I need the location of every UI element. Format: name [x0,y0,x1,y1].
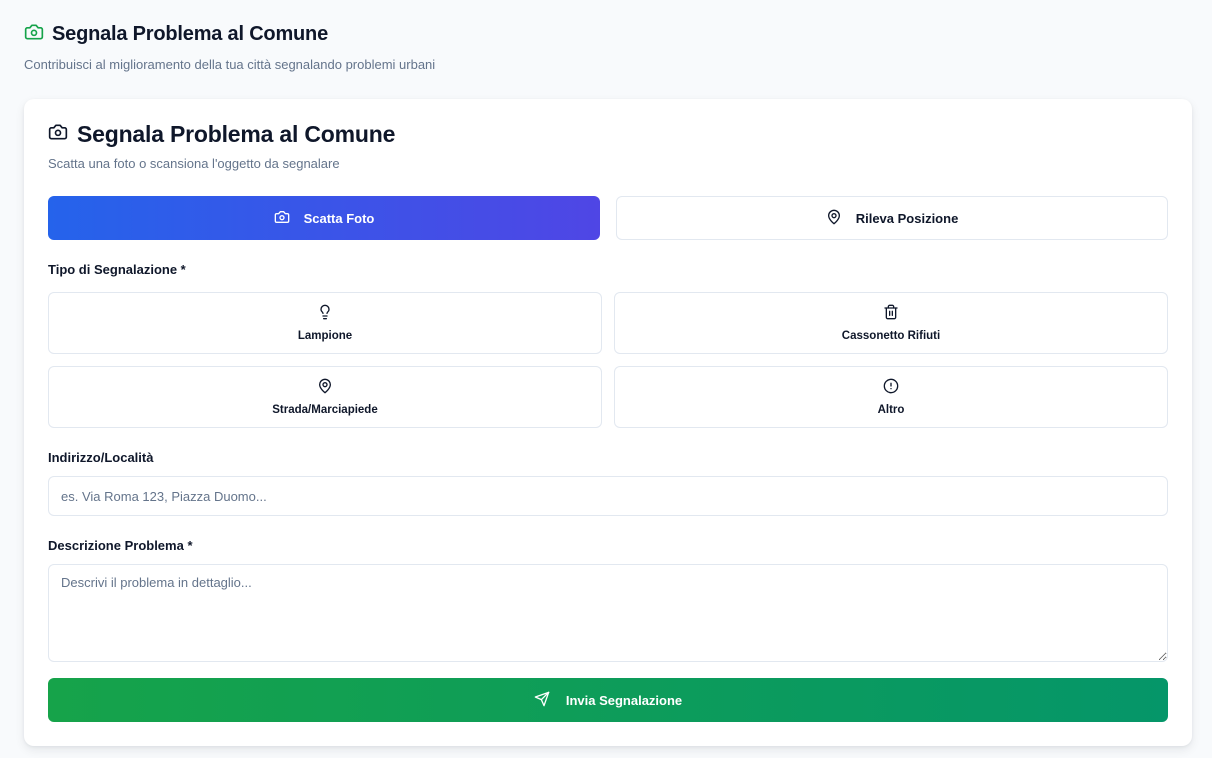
trash-icon [883,304,899,325]
take-photo-button[interactable]: Scatta Foto [48,196,600,240]
type-option-label: Lampione [297,330,353,342]
card-subtitle: Scatta una foto o scansiona l'oggetto da… [48,156,340,171]
take-photo-label: Scatta Foto [303,210,375,226]
description-label: Descrizione Problema * [48,538,193,553]
type-option-cassonetto[interactable]: Cassonetto Rifiuti [614,292,1168,354]
type-option-label: Strada/Marciapiede [272,404,378,416]
page-title-row: Segnala Problema al Comune [24,22,435,47]
type-option-lampione[interactable]: Lampione [48,292,602,354]
type-option-label: Cassonetto Rifiuti [841,330,941,342]
camera-icon [24,22,44,47]
report-card: Segnala Problema al Comune Scatta una fo… [24,99,1192,746]
report-type-label: Tipo di Segnalazione * [48,262,186,277]
page-header: Segnala Problema al Comune Contribuisci … [24,22,435,72]
card-title: Segnala Problema al Comune [77,121,396,147]
detect-location-label: Rileva Posizione [855,210,959,226]
type-option-strada[interactable]: Strada/Marciapiede [48,366,602,428]
page-subtitle: Contribuisci al miglioramento della tua … [24,57,436,72]
map-pin-icon [317,378,333,399]
page-title: Segnala Problema al Comune [52,23,328,45]
camera-icon [48,122,68,147]
lightbulb-icon [317,304,333,325]
alert-circle-icon [883,378,899,399]
camera-icon [274,209,290,228]
submit-report-button[interactable]: Invia Segnalazione [48,678,1168,722]
detect-location-button[interactable]: Rileva Posizione [616,196,1168,240]
card-header: Segnala Problema al Comune Scatta una fo… [48,121,395,171]
map-pin-icon [826,209,842,228]
description-textarea[interactable] [48,564,1168,662]
address-label: Indirizzo/Località [48,450,154,465]
address-input[interactable] [48,476,1168,516]
send-icon [534,691,550,710]
type-option-altro[interactable]: Altro [614,366,1168,428]
type-option-label: Altro [877,404,905,416]
submit-label: Invia Segnalazione [565,692,683,708]
card-title-row: Segnala Problema al Comune [48,121,395,148]
